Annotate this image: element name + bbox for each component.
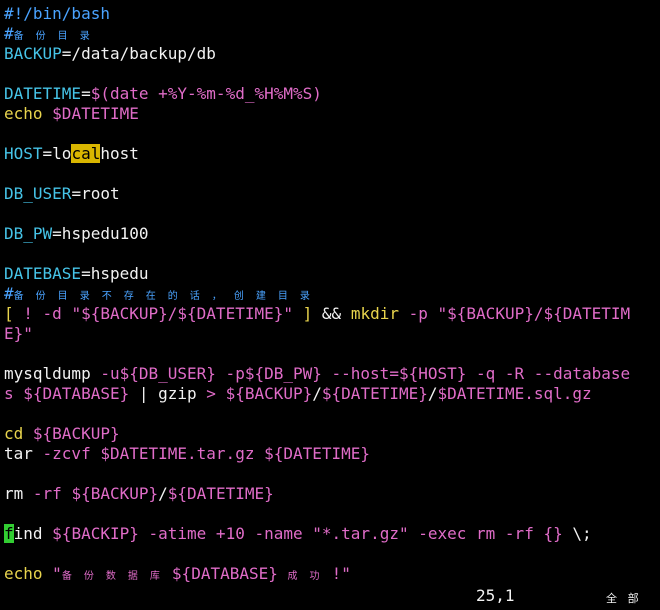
- code-token: ": [52, 564, 62, 583]
- code-token: $(date +%Y-%m-%d_%H%M%S): [90, 84, 322, 103]
- scroll-indicator: 全 部: [606, 592, 641, 605]
- code-token: echo: [4, 564, 53, 583]
- code-token: $DATETIME.sql.gz: [437, 384, 592, 403]
- code-token: =hspedu100: [52, 224, 149, 243]
- code-token: -zcvf $DATETIME.tar.gz ${DATETIME}: [42, 444, 371, 463]
- code-token: ${BACKUP}: [32, 424, 120, 443]
- code-token: cd: [4, 424, 33, 443]
- code-token: | gzip: [138, 384, 207, 403]
- code-token: #!/bin/bash: [4, 4, 110, 23]
- code-token: "${BACKUP}/${DATETIM: [437, 304, 631, 323]
- code-line[interactable]: echo "备 份 数 据 库 ${DATABASE} 成 功 !": [4, 564, 351, 584]
- code-token: [: [4, 304, 24, 323]
- code-line[interactable]: DB_USER=root: [4, 184, 120, 204]
- code-token: host: [100, 144, 139, 163]
- code-token: mkdir: [350, 304, 409, 323]
- code-token: rm: [4, 484, 33, 503]
- code-token: =: [81, 84, 91, 103]
- code-line[interactable]: rm -rf ${BACKUP}/${DATETIME}: [4, 484, 274, 504]
- code-token: 成 功: [287, 571, 332, 582]
- code-token: HOST: [4, 144, 43, 163]
- code-line[interactable]: [ ! -d "${BACKUP}/${DATETIME}" ] && mkdi…: [4, 304, 630, 324]
- code-token: -exec rm -rf {}: [408, 524, 573, 543]
- code-line[interactable]: mysqldump -u${DB_USER} -p${DB_PW} --host…: [4, 364, 630, 384]
- code-line[interactable]: tar -zcvf $DATETIME.tar.gz ${DATETIME}: [4, 444, 370, 464]
- code-token: ! -d: [23, 304, 72, 323]
- code-token: =/data/backup/db: [61, 44, 216, 63]
- code-line[interactable]: HOST=localhost: [4, 144, 139, 164]
- code-token: =lo: [42, 144, 72, 163]
- code-token: ${DATETIME}: [167, 484, 274, 503]
- code-line[interactable]: cd ${BACKUP}: [4, 424, 120, 444]
- text-cursor: f: [4, 524, 14, 543]
- code-token: \;: [572, 524, 592, 543]
- code-token: /: [427, 384, 438, 403]
- code-token: 备 份 目 录: [13, 31, 93, 42]
- code-token: /: [158, 484, 168, 503]
- code-token: ${DATABASE}: [171, 564, 288, 583]
- code-token: =hspedu: [81, 264, 149, 283]
- code-line[interactable]: DATEBASE=hspedu: [4, 264, 149, 284]
- code-line[interactable]: #!/bin/bash: [4, 4, 110, 24]
- code-token: ]: [293, 304, 322, 323]
- code-token: -p: [408, 304, 438, 323]
- terminal-editor[interactable]: #!/bin/bash #备 份 目 录 BACKUP=/data/backup/d…: [0, 0, 660, 610]
- code-token: ${DATETIME}: [321, 384, 428, 403]
- code-token: -u${DB_USER} -p${DB_PW} --host=${HOST} -…: [100, 364, 631, 383]
- code-token: -rf ${BACKUP}: [32, 484, 159, 503]
- code-token: /: [312, 384, 322, 403]
- code-token: ind: [13, 524, 53, 543]
- code-token: 备 份 目 录 不 存 在 的 话 ， 创 建 目 录: [13, 291, 313, 302]
- code-token: DATETIME: [4, 84, 82, 103]
- code-token: ${BACKUP}: [225, 384, 313, 403]
- code-token: DB_USER: [4, 184, 72, 203]
- code-line[interactable]: DATETIME=$(date +%Y-%m-%d_%H%M%S): [4, 84, 322, 104]
- code-token: tar: [4, 444, 43, 463]
- code-token: =root: [71, 184, 120, 203]
- code-line[interactable]: BACKUP=/data/backup/db: [4, 44, 216, 64]
- code-token: >: [206, 384, 226, 403]
- code-token: echo: [4, 104, 53, 123]
- code-token: 备 份 数 据 库: [61, 571, 172, 582]
- code-line[interactable]: find ${BACKIP} -atime +10 -name "*.tar.g…: [4, 524, 592, 544]
- code-token: "${BACKUP}/${DATETIME}": [71, 304, 293, 323]
- code-token: s ${DATABASE}: [4, 384, 139, 403]
- code-token: DATEBASE: [4, 264, 82, 283]
- search-highlight: cal: [71, 144, 101, 163]
- code-token: E}": [4, 324, 33, 343]
- code-token: !": [331, 564, 351, 583]
- code-line[interactable]: E}": [4, 324, 33, 344]
- code-token: ${BACKIP} -atime +10 -name: [52, 524, 313, 543]
- code-line[interactable]: s ${DATABASE} | gzip > ${BACKUP}/${DATET…: [4, 384, 592, 404]
- code-token: $DATETIME: [52, 104, 139, 123]
- code-token: "*.tar.gz": [312, 524, 409, 543]
- code-token: &&: [321, 304, 351, 323]
- code-token: #: [4, 284, 14, 303]
- cursor-position: 25,1: [476, 586, 515, 605]
- code-line[interactable]: #备 份 目 录: [4, 24, 93, 44]
- code-line[interactable]: DB_PW=hspedu100: [4, 224, 149, 244]
- code-line[interactable]: echo $DATETIME: [4, 104, 139, 124]
- code-token: #: [4, 24, 14, 43]
- code-token: BACKUP: [4, 44, 62, 63]
- code-line[interactable]: #备 份 目 录 不 存 在 的 话 ， 创 建 目 录: [4, 284, 313, 304]
- code-token: mysqldump: [4, 364, 101, 383]
- code-token: DB_PW: [4, 224, 53, 243]
